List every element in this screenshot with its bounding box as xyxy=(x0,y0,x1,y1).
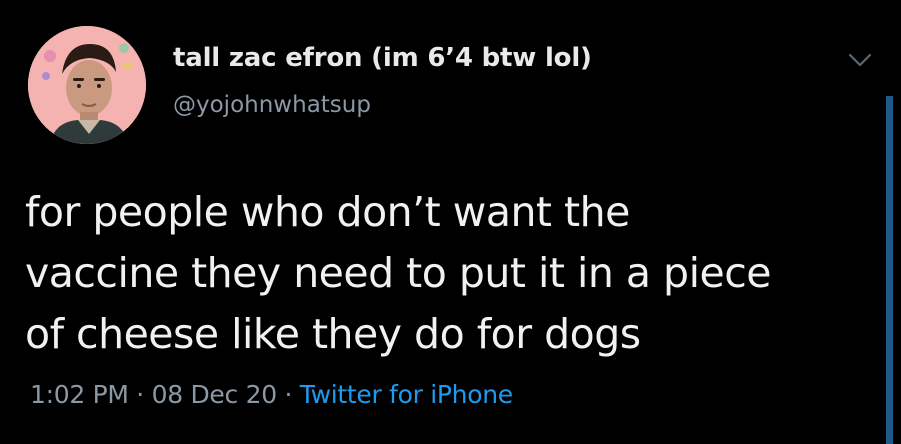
user-handle[interactable]: @yojohnwhatsup xyxy=(173,92,371,118)
scrollbar[interactable] xyxy=(886,96,893,444)
tweet-time[interactable]: 1:02 PM xyxy=(30,380,129,409)
tweet-text-line: for people who don’t want the xyxy=(25,188,630,236)
user-display-name[interactable]: tall zac efron (im 6’4 btw lol) xyxy=(173,43,592,73)
avatar[interactable] xyxy=(28,26,146,144)
avatar-image xyxy=(28,26,146,144)
tweet-date[interactable]: 08 Dec 20 xyxy=(152,380,278,409)
tweet-source-link[interactable]: Twitter for iPhone xyxy=(300,380,513,409)
tweet-meta: 1:02 PM · 08 Dec 20 · Twitter for iPhone xyxy=(30,380,513,409)
meta-separator: · xyxy=(136,380,144,409)
chevron-down-icon[interactable] xyxy=(846,50,874,70)
tweet-card: tall zac efron (im 6’4 btw lol) @yojohnw… xyxy=(0,0,901,444)
tweet-text-line: of cheese like they do for dogs xyxy=(25,310,641,358)
tweet-text: for people who don’t want the vaccine th… xyxy=(25,182,875,365)
meta-separator: · xyxy=(284,380,293,409)
tweet-text-line: vaccine they need to put it in a piece xyxy=(25,249,771,297)
